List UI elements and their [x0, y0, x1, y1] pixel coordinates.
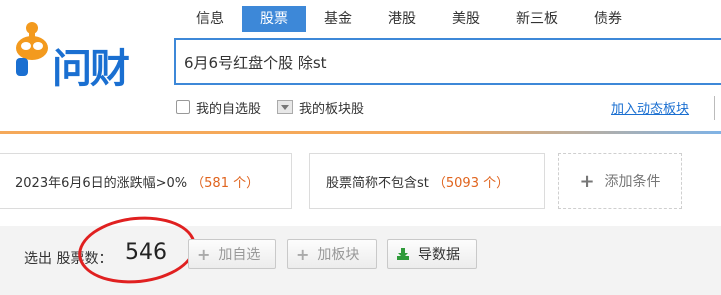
my-sectors-option[interactable]: 我的板块股: [277, 98, 364, 117]
search-box: [174, 38, 721, 85]
my-sectors-dropdown-icon[interactable]: [277, 100, 294, 114]
add-watchlist-label: 加自选: [218, 247, 261, 263]
nav-tab-funds[interactable]: 基金: [306, 6, 370, 32]
add-condition-button[interactable]: + 添加条件: [558, 153, 682, 209]
condition-count: （581 个）: [191, 175, 260, 191]
condition-text: 股票简称不包含st: [326, 175, 429, 191]
search-input[interactable]: [184, 50, 721, 74]
my-sectors-label: 我的板块股: [299, 101, 365, 117]
nav-tab-info[interactable]: 信息: [176, 6, 242, 32]
condition-card-change[interactable]: 2023年6月6日的涨跌幅>0% （581 个）: [0, 153, 292, 209]
download-icon: [397, 248, 409, 260]
add-sector-button[interactable]: + 加板块: [287, 239, 377, 269]
logo[interactable]: 问财: [8, 14, 158, 92]
top-nav: 信息 股票 基金 港股 美股 新三板 债券: [176, 6, 640, 32]
add-sector-label: 加板块: [317, 247, 360, 263]
section-divider: [0, 131, 721, 134]
my-stocks-label: 我的自选股: [196, 101, 262, 117]
divider-vertical: [714, 96, 715, 120]
nav-tab-hk-stocks[interactable]: 港股: [370, 6, 434, 32]
mascot-icon: [16, 22, 48, 76]
export-data-button[interactable]: 导数据: [387, 239, 477, 269]
nav-tab-us-stocks[interactable]: 美股: [434, 6, 498, 32]
plus-icon: +: [296, 244, 310, 264]
my-stocks-option[interactable]: 我的自选股: [176, 98, 261, 117]
add-watchlist-button[interactable]: + 加自选: [188, 239, 276, 269]
export-data-label: 导数据: [418, 247, 460, 263]
nav-tab-neeq[interactable]: 新三板: [498, 6, 576, 32]
nav-tab-stocks[interactable]: 股票: [242, 6, 306, 32]
page: 问财 信息 股票 基金 港股 美股 新三板 债券 我的自选股 我的板块股 加入动…: [0, 0, 721, 295]
add-condition-label: 添加条件: [604, 174, 661, 190]
logo-text: 问财: [52, 46, 130, 92]
add-dynamic-sector-link[interactable]: 加入动态板块: [611, 98, 689, 117]
condition-text: 2023年6月6日的涨跌幅>0%: [15, 175, 188, 191]
nav-tab-bonds[interactable]: 债券: [576, 6, 640, 32]
plus-icon: +: [197, 244, 211, 264]
condition-count: （5093 个）: [432, 175, 510, 191]
options-row: 我的自选股 我的板块股: [176, 97, 380, 117]
plus-icon: +: [579, 170, 595, 192]
my-stocks-checkbox[interactable]: [176, 100, 190, 114]
condition-card-name[interactable]: 股票简称不包含st （5093 个）: [309, 153, 545, 209]
